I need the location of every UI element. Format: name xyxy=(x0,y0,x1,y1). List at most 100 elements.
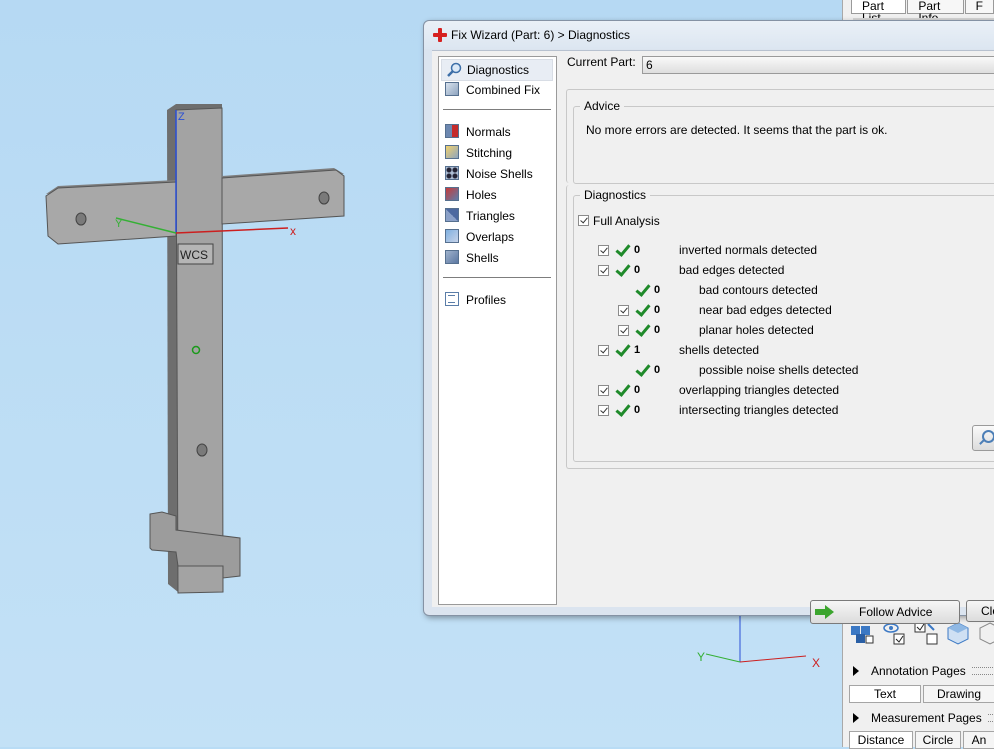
diagnostic-count: 0 xyxy=(654,324,661,336)
axis-z-label: Z xyxy=(178,111,185,123)
annotation-subtabs: Text Drawing xyxy=(849,685,994,703)
mini-axis-y-label: Y xyxy=(697,650,705,664)
diagnostic-count: 0 xyxy=(634,384,641,396)
diagnostic-checkbox[interactable] xyxy=(598,405,609,416)
diagnostic-count: 0 xyxy=(654,364,661,376)
nav-item-label: Combined Fix xyxy=(466,83,541,97)
measurement-pages-header[interactable]: Measurement Pages xyxy=(849,709,994,727)
close-label: Clo xyxy=(981,604,994,618)
triangles-icon xyxy=(445,208,461,224)
diagnostic-count: 0 xyxy=(634,244,641,256)
follow-advice-label: Follow Advice xyxy=(859,605,933,619)
tab-part-info[interactable]: Part Info xyxy=(907,0,964,24)
nav-item-combined-fix[interactable]: Combined Fix xyxy=(441,80,553,100)
diagnostic-label: overlapping triangles detected xyxy=(679,383,840,397)
diagnostic-count: 0 xyxy=(654,304,661,316)
nav-item-normals[interactable]: Normals xyxy=(441,122,553,142)
nav-item-shells[interactable]: Shells xyxy=(441,248,553,268)
green-check-icon xyxy=(614,342,630,358)
nav-item-label: Stitching xyxy=(466,146,513,160)
tab-text[interactable]: Text xyxy=(849,685,921,703)
nav-item-profiles[interactable]: Profiles xyxy=(441,290,553,310)
nav-item-label: Profiles xyxy=(466,293,507,307)
diagnostics-outer: Diagnostics Full Analysis 0 inverted norm… xyxy=(566,185,994,469)
wireframe-cube-icon[interactable] xyxy=(977,620,994,646)
diagnostic-checkbox[interactable] xyxy=(598,345,609,356)
diagnostic-checkbox[interactable] xyxy=(618,305,629,316)
green-check-icon xyxy=(634,282,650,298)
nav-item-diagnostics[interactable]: Diagnostics xyxy=(441,59,553,81)
wcs-label: WCS xyxy=(180,248,208,262)
expand-triangle-icon xyxy=(853,713,859,723)
dialog-client: Diagnostics Combined Fix Normals Stitchi… xyxy=(432,50,994,624)
annotation-pages-header[interactable]: Annotation Pages xyxy=(849,662,994,680)
combined-fix-icon xyxy=(445,82,461,98)
nav-item-label: Noise Shells xyxy=(466,167,533,181)
analysis-details-button[interactable] xyxy=(972,425,994,451)
diagnostic-count: 1 xyxy=(634,344,641,356)
current-part-label: Current Part: xyxy=(567,55,636,69)
green-arrow-icon xyxy=(815,605,835,619)
green-check-icon xyxy=(614,402,630,418)
stitching-icon xyxy=(445,145,461,161)
wizard-nav-panel: Diagnostics Combined Fix Normals Stitchi… xyxy=(438,56,557,605)
nav-item-label: Overlaps xyxy=(466,230,515,244)
diagnostic-label: near bad edges detected xyxy=(699,303,832,317)
close-button[interactable]: Clo xyxy=(966,600,994,622)
nav-item-overlaps[interactable]: Overlaps xyxy=(441,227,553,247)
diagnostics-title: Diagnostics xyxy=(580,188,651,202)
green-check-icon xyxy=(634,362,650,378)
nav-item-stitching[interactable]: Stitching xyxy=(441,143,553,163)
diagnostic-count: 0 xyxy=(634,264,641,276)
cross-part-model[interactable] xyxy=(45,104,345,594)
follow-advice-button[interactable]: Follow Advice xyxy=(810,600,960,624)
overlaps-icon xyxy=(445,229,461,245)
tab-overflow[interactable]: F xyxy=(964,0,994,14)
full-analysis-label: Full Analysis xyxy=(593,214,660,228)
nav-item-label: Diagnostics xyxy=(467,63,530,77)
nav-item-triangles[interactable]: Triangles xyxy=(441,206,553,226)
diagnostic-checkbox[interactable] xyxy=(598,245,609,256)
advice-box: Advice No more errors are detected. It s… xyxy=(573,99,994,184)
diagnostic-label: possible noise shells detected xyxy=(699,363,859,377)
orientation-axes: Y X xyxy=(697,614,820,670)
diagnostic-checkbox[interactable] xyxy=(598,265,609,276)
tab-distance[interactable]: Distance xyxy=(849,731,913,749)
nav-item-label: Normals xyxy=(466,125,511,139)
advice-title: Advice xyxy=(580,99,625,113)
green-check-icon xyxy=(634,302,650,318)
advice-group: Advice No more errors are detected. It s… xyxy=(566,89,994,184)
diagnostic-label: bad edges detected xyxy=(679,263,785,277)
tab-angle[interactable]: An xyxy=(963,731,994,749)
dialog-titlebar[interactable]: Fix Wizard (Part: 6) > Diagnostics xyxy=(424,21,994,49)
tab-part-list[interactable]: Part List xyxy=(851,0,907,24)
nav-item-noise-shells[interactable]: Noise Shells xyxy=(441,164,553,184)
diagnostic-checkbox[interactable] xyxy=(598,385,609,396)
axis-x-label: x xyxy=(290,224,296,238)
diagnostic-checkbox[interactable] xyxy=(618,325,629,336)
expand-triangle-icon xyxy=(853,666,859,676)
nav-item-holes[interactable]: Holes xyxy=(441,185,553,205)
profiles-icon xyxy=(445,292,461,308)
tab-circle[interactable]: Circle xyxy=(915,731,961,749)
dialog-title: Fix Wizard (Part: 6) > Diagnostics xyxy=(451,28,631,42)
green-check-icon xyxy=(614,382,630,398)
tab-drawing[interactable]: Drawing xyxy=(923,685,994,703)
diagnostic-label: shells detected xyxy=(679,343,760,357)
normals-icon xyxy=(445,124,461,140)
red-cross-app-icon xyxy=(433,28,447,42)
diagnostic-label: planar holes detected xyxy=(699,323,814,337)
magnifier-icon xyxy=(446,62,462,78)
diagnostic-label: intersecting triangles detected xyxy=(679,403,839,417)
axis-y-label: Y xyxy=(115,218,123,230)
diagnostics-group: Diagnostics Full Analysis 0 inverted norm… xyxy=(573,188,994,462)
diagnostic-count: 0 xyxy=(654,284,661,296)
diagnostic-count: 0 xyxy=(634,404,641,416)
current-part-select[interactable]: 6 xyxy=(642,56,994,74)
measurement-subtabs: Distance Circle An xyxy=(849,731,994,749)
annotation-pages-label: Annotation Pages xyxy=(871,664,966,678)
diagnostic-label: bad contours detected xyxy=(699,283,818,297)
full-analysis-checkbox[interactable] xyxy=(578,215,589,226)
nav-item-label: Holes xyxy=(466,188,497,202)
nav-separator xyxy=(443,277,551,278)
